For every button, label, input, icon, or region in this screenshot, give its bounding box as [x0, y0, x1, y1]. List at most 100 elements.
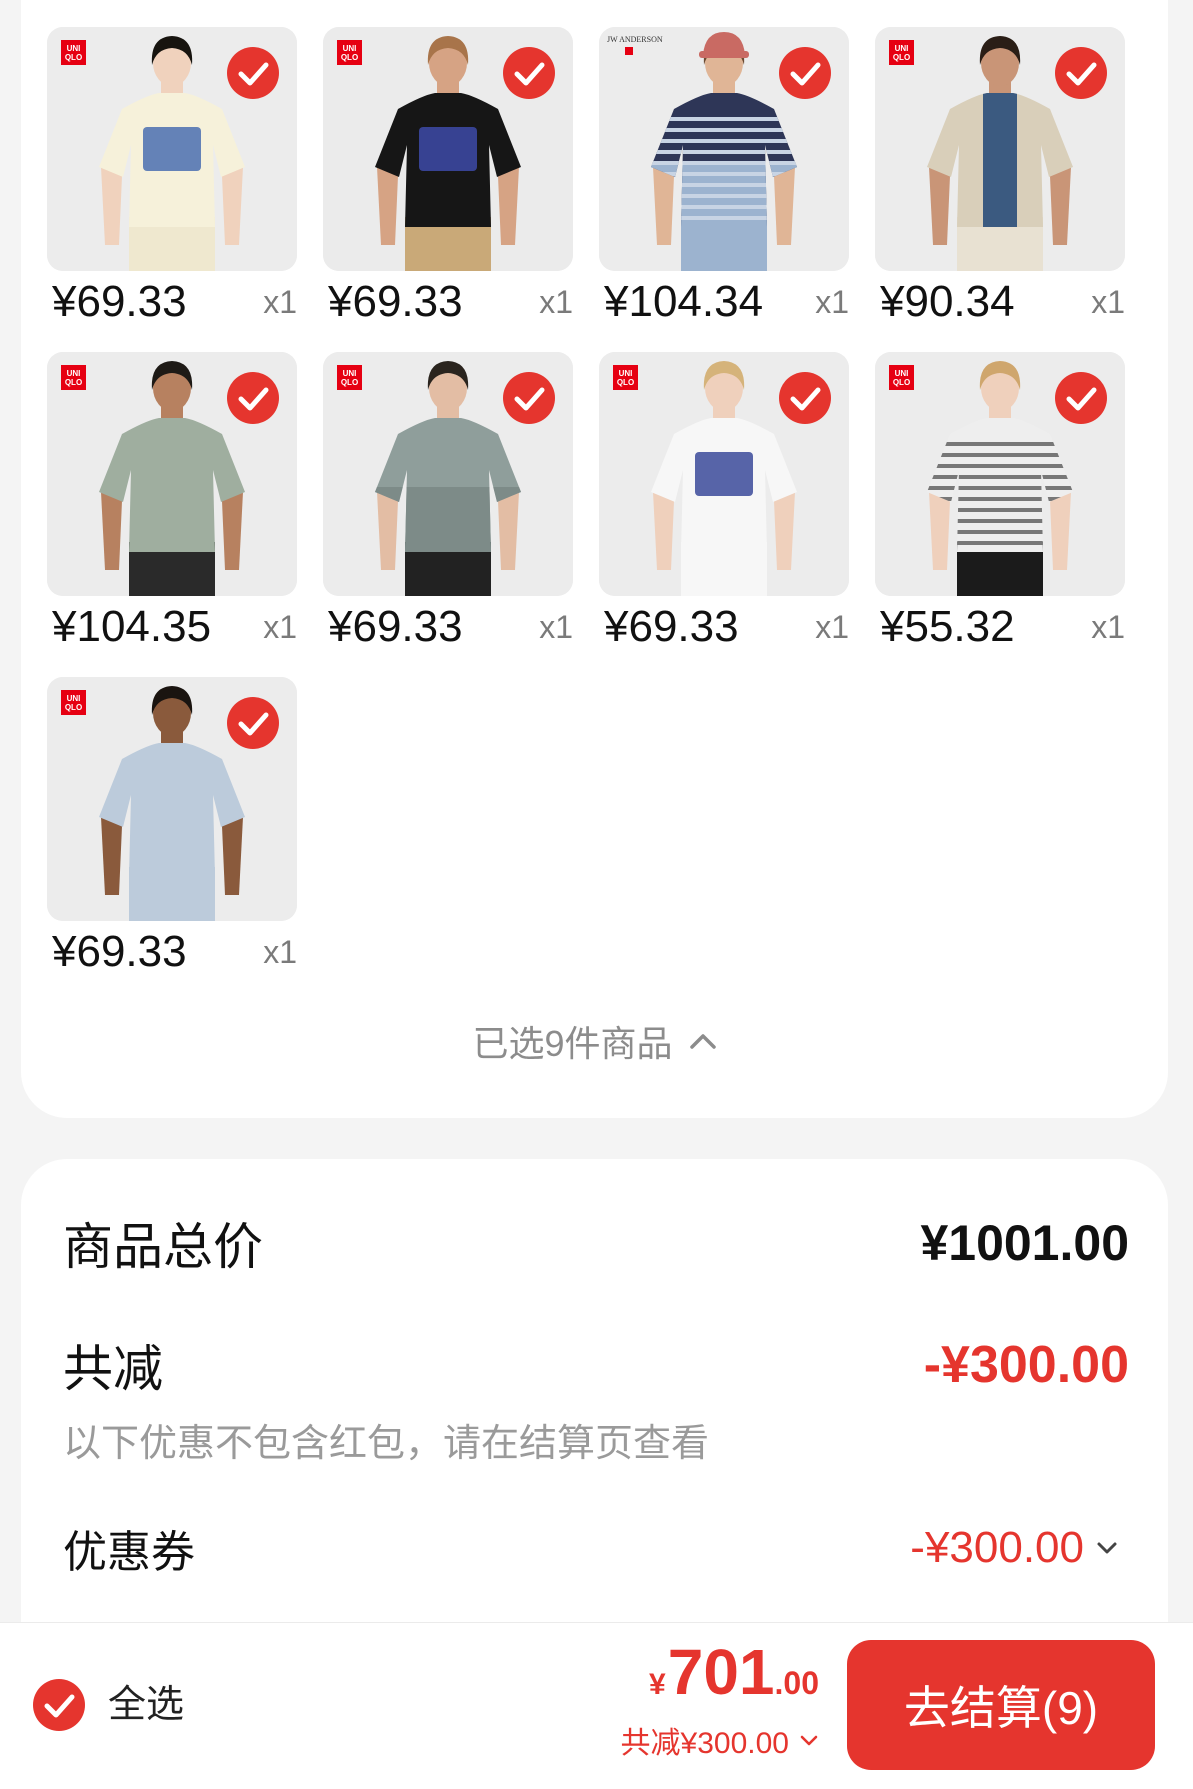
product-quantity: x1 — [263, 933, 297, 970]
figure-shirt-print — [695, 452, 753, 496]
brand-logo-text: QLO — [64, 52, 83, 62]
check-circle-icon[interactable] — [1055, 47, 1107, 99]
check-circle-icon[interactable] — [779, 372, 831, 424]
brand-logo-text: UNI — [894, 368, 909, 378]
product-item[interactable]: UNI QLO ¥69.33 x1 — [47, 27, 297, 333]
uniqlo-logo-icon: UNI QLO — [337, 365, 362, 390]
select-all-label[interactable]: 全选 — [108, 1679, 184, 1731]
price-row: ¥90.34 x1 — [875, 271, 1125, 333]
coupon-value-group[interactable]: -¥300.00 — [910, 1523, 1118, 1573]
figure-inner-shirt — [983, 93, 1017, 227]
check-circle-icon[interactable] — [227, 372, 279, 424]
checkmark-icon — [790, 62, 821, 86]
total-price-block: ¥ 701 .00 共减¥300.00 — [621, 1636, 819, 1760]
product-item[interactable]: UNI QLO ¥69.33 x1 — [323, 352, 573, 658]
price-row: ¥69.33 x1 — [323, 271, 573, 333]
product-photo[interactable]: JW ANDERSON — [599, 27, 849, 271]
product-photo[interactable]: UNI QLO — [599, 352, 849, 596]
product-photo[interactable]: UNI QLO — [323, 352, 573, 596]
product-photo[interactable]: UNI QLO — [47, 677, 297, 921]
figure-shirt-detail — [983, 93, 1017, 227]
price-row: ¥69.33 x1 — [47, 271, 297, 333]
subtotal-label: 商品总价 — [63, 1219, 263, 1275]
brand-logo-text: QLO — [892, 52, 911, 62]
product-price: ¥104.34 — [604, 277, 764, 326]
price-row: ¥69.33 x1 — [323, 596, 573, 658]
product-quantity: x1 — [815, 608, 849, 645]
checkmark-icon — [238, 387, 269, 411]
brand-logo-text: UNI — [66, 43, 81, 53]
product-photo[interactable]: UNI QLO — [875, 27, 1125, 271]
product-quantity: x1 — [539, 608, 573, 645]
brand-logo-text: UNI — [66, 693, 81, 703]
product-item[interactable]: UNI QLO ¥90.34 x1 — [875, 27, 1125, 333]
brand-logo-text: QLO — [340, 377, 359, 387]
check-circle-icon[interactable] — [1055, 372, 1107, 424]
product-item[interactable]: UNI QLO ¥104.35 x1 — [47, 352, 297, 658]
total-integer: 701 — [667, 1636, 775, 1708]
checkmark-icon — [44, 1694, 75, 1718]
price-row: ¥55.32 x1 — [875, 596, 1125, 658]
check-circle-icon[interactable] — [227, 47, 279, 99]
total-discount-label: 共减¥300.00 — [620, 1727, 789, 1760]
figure-shirt-print — [419, 127, 477, 171]
select-all-toggle[interactable]: 全选 — [33, 1679, 203, 1731]
check-circle-icon[interactable] — [503, 372, 555, 424]
figure-shirt-detail — [419, 127, 477, 171]
product-item[interactable]: UNI QLO ¥69.33 x1 — [599, 352, 849, 658]
product-item[interactable]: UNI QLO ¥55.32 x1 — [875, 352, 1125, 658]
checkmark-icon — [1066, 387, 1097, 411]
check-circle-icon[interactable] — [779, 47, 831, 99]
product-price: ¥69.33 — [328, 277, 463, 326]
product-price: ¥69.33 — [52, 277, 187, 326]
product-quantity: x1 — [1091, 608, 1125, 645]
uniqlo-logo-icon: UNI QLO — [61, 365, 86, 390]
product-price: ¥69.33 — [604, 602, 739, 651]
checkout-button[interactable]: 去结算(9) — [847, 1640, 1155, 1770]
figure-cap-brim — [699, 51, 749, 58]
total-currency: ¥ — [649, 1668, 666, 1701]
product-item[interactable]: JW ANDERSON ¥104.34 x1 — [599, 27, 849, 333]
uniqlo-logo-icon: UNI QLO — [61, 40, 86, 65]
brand-logo-text: JW ANDERSON — [607, 35, 663, 44]
jw-anderson-logo-icon: JW ANDERSON — [607, 35, 663, 55]
product-photo[interactable]: UNI QLO — [875, 352, 1125, 596]
total-decimal: .00 — [774, 1665, 819, 1701]
checkmark-icon — [1066, 62, 1097, 86]
check-circle-icon[interactable] — [503, 47, 555, 99]
uniqlo-logo-icon: UNI QLO — [613, 365, 638, 390]
subtotal-row: 商品总价 ¥1001.00 — [63, 1208, 1129, 1278]
product-item[interactable]: UNI QLO ¥69.33 x1 — [323, 27, 573, 333]
product-photo[interactable]: UNI QLO — [47, 352, 297, 596]
subtotal-value: ¥1001.00 — [920, 1215, 1129, 1271]
figure-shirt-print — [143, 127, 201, 171]
brand-logo-text: QLO — [64, 377, 83, 387]
product-price: ¥90.34 — [880, 277, 1015, 326]
checkmark-icon — [790, 387, 821, 411]
uniqlo-logo-icon: UNI QLO — [61, 690, 86, 715]
product-quantity: x1 — [263, 608, 297, 645]
discount-value: -¥300.00 — [923, 1336, 1129, 1394]
chevron-down-icon — [800, 1735, 818, 1746]
coupon-value: -¥300.00 — [910, 1523, 1084, 1572]
product-item[interactable]: UNI QLO ¥69.33 x1 — [47, 677, 297, 983]
brand-logo-text: UNI — [342, 368, 357, 378]
price-row: ¥104.35 x1 — [47, 596, 297, 658]
total-discount-toggle[interactable]: 共减¥300.00 — [621, 1720, 819, 1760]
coupon-row[interactable]: 优惠券 -¥300.00 — [63, 1513, 1118, 1583]
total-price: ¥ 701 .00 — [649, 1636, 819, 1708]
brand-logo-text: UNI — [342, 43, 357, 53]
product-photo[interactable]: UNI QLO — [47, 27, 297, 271]
uniqlo-logo-icon: UNI QLO — [889, 40, 914, 65]
figure-shirt-detail — [695, 452, 753, 496]
brand-logo-text: QLO — [616, 377, 635, 387]
product-quantity: x1 — [1091, 283, 1125, 320]
price-row: ¥69.33 x1 — [599, 596, 849, 658]
product-photo[interactable]: UNI QLO — [323, 27, 573, 271]
checkout-bar: 全选 ¥ 701 .00 共减¥300.00 去结算(9) — [0, 1622, 1193, 1789]
check-circle-icon[interactable] — [227, 697, 279, 749]
select-all-check-icon[interactable] — [33, 1679, 85, 1731]
product-price: ¥55.32 — [880, 602, 1015, 651]
selected-count-toggle[interactable]: 已选9件商品 — [21, 1016, 1168, 1066]
checkmark-icon — [238, 62, 269, 86]
